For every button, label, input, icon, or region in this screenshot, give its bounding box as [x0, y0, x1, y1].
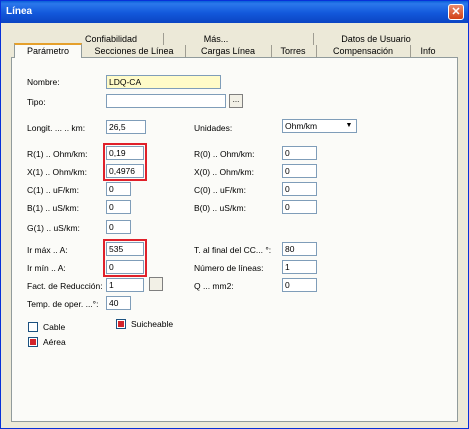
- tab-divider: [271, 45, 272, 57]
- tfinal-label: T. al final del CC... °:: [194, 245, 272, 255]
- c0-label: C(0) .. uF/km:: [194, 185, 246, 195]
- rx-highlight-box: [103, 143, 147, 181]
- close-icon[interactable]: ✕: [448, 4, 464, 20]
- tab-divider: [410, 45, 411, 57]
- fact-label: Fact. de Reducción:: [27, 281, 103, 291]
- unidades-select[interactable]: Ohm/km ▼: [282, 119, 357, 133]
- x1-label: X(1) .. Ohm/km:: [27, 167, 87, 177]
- title-bar[interactable]: Línea ✕: [1, 1, 468, 23]
- r0-label: R(0) .. Ohm/km:: [194, 149, 255, 159]
- tab-panel: [11, 57, 458, 422]
- c0-field[interactable]: 0: [282, 182, 317, 196]
- tipo-browse-button[interactable]: ...: [229, 94, 243, 108]
- r1-label: R(1) .. Ohm/km:: [27, 149, 88, 159]
- window-title: Línea: [6, 6, 33, 17]
- temp-label: Temp. de oper. ...°:: [27, 299, 99, 309]
- irmax-label: Ir máx .. A:: [27, 245, 68, 255]
- aerea-label: Aérea: [43, 337, 66, 347]
- b0-label: B(0) .. uS/km:: [194, 203, 246, 213]
- nlineas-label: Número de líneas:: [194, 263, 264, 273]
- tab-divider: [316, 45, 317, 57]
- c1-label: C(1) .. uF/km:: [27, 185, 79, 195]
- cable-label: Cable: [43, 322, 66, 332]
- tab-parametro[interactable]: Parámetro: [14, 43, 82, 58]
- irmin-label: Ir mín .. A:: [27, 263, 66, 273]
- fact-field[interactable]: 1: [106, 278, 144, 292]
- nlineas-field[interactable]: 1: [282, 260, 317, 274]
- b1-field[interactable]: 0: [106, 200, 131, 214]
- tipo-field[interactable]: [106, 94, 226, 108]
- unidades-label: Unidades:: [194, 123, 233, 133]
- tfinal-field[interactable]: 80: [282, 242, 317, 256]
- aerea-checkbox[interactable]: [28, 337, 38, 347]
- tab-divider: [185, 45, 186, 57]
- cable-checkbox[interactable]: [28, 322, 38, 332]
- x0-field[interactable]: 0: [282, 164, 317, 178]
- suicheable-checkbox[interactable]: [116, 319, 126, 329]
- g1-label: G(1) .. uS/km:: [27, 223, 80, 233]
- unidades-value: Ohm/km: [285, 121, 318, 131]
- tab-divider: [313, 33, 314, 45]
- b1-label: B(1) .. uS/km:: [27, 203, 79, 213]
- line-dialog: Línea ✕ Confiabilidad Más... Datos de Us…: [0, 0, 469, 429]
- x0-label: X(0) .. Ohm/km:: [194, 167, 254, 177]
- temp-field[interactable]: 40: [106, 296, 131, 310]
- c1-field[interactable]: 0: [106, 182, 131, 196]
- b0-field[interactable]: 0: [282, 200, 317, 214]
- suicheable-label: Suicheable: [131, 319, 174, 329]
- tipo-label: Tipo:: [27, 97, 46, 107]
- fact-browse-button[interactable]: [149, 277, 163, 291]
- nombre-label: Nombre:: [27, 77, 60, 87]
- tab-divider: [163, 33, 164, 45]
- q-label: Q ... mm2:: [194, 281, 234, 291]
- g1-field[interactable]: 0: [106, 220, 131, 234]
- nombre-field[interactable]: LDQ-CA: [106, 75, 221, 89]
- q-field[interactable]: 0: [282, 278, 317, 292]
- longit-field[interactable]: 26,5: [106, 120, 146, 134]
- chevron-down-icon[interactable]: ▼: [344, 121, 354, 131]
- r0-field[interactable]: 0: [282, 146, 317, 160]
- current-highlight-box: [103, 239, 147, 277]
- longit-label: Longit. ... .. km:: [27, 123, 86, 133]
